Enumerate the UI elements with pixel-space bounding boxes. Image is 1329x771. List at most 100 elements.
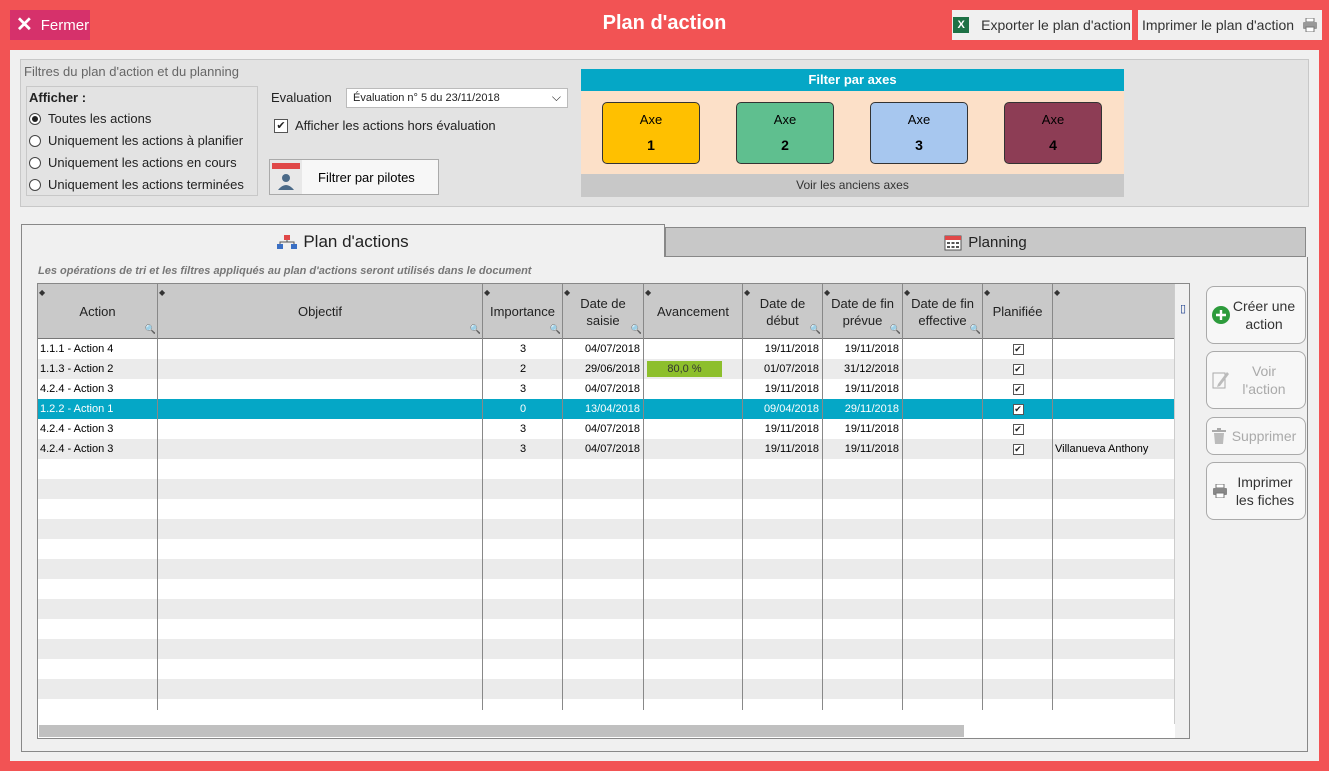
radio-icon — [29, 156, 41, 169]
cell-avancement: 80,0 % — [644, 359, 743, 379]
hors-evaluation-checkbox[interactable]: ✔ Afficher les actions hors évaluation — [274, 118, 496, 133]
col-date-fin-prevue[interactable]: ◆ Date de fin prévue 🔍 — [823, 284, 903, 339]
radio-terminees[interactable]: Uniquement les actions terminées — [29, 177, 244, 192]
col-date-fin-effective[interactable]: ◆ Date de fin effective 🔍 — [903, 284, 983, 339]
table-row[interactable]: 1.2.2 - Action 1 0 13/04/2018 09/04/2018 29/… — [38, 399, 1175, 419]
cell-action: 4.2.4 - Action 3 — [40, 383, 114, 395]
chevron-down-icon: ⌵ — [551, 90, 561, 104]
axe-2-button[interactable]: Axe 2 — [736, 102, 834, 164]
horizontal-scrollbar[interactable] — [38, 724, 1175, 738]
cell-date-fin-prevue: 29/11/2018 — [844, 403, 899, 415]
cell-date-debut: 19/11/2018 — [764, 443, 819, 455]
cell-date-saisie: 04/07/2018 — [584, 443, 640, 455]
planifiee-checkbox[interactable]: ✔ — [1012, 403, 1024, 415]
col-action[interactable]: ◆ Action 🔍 — [38, 284, 158, 339]
actions-table: ◆ Action 🔍 ◆ Objectif 🔍 ◆ Importance 🔍 ◆ Date d… — [37, 283, 1190, 739]
cell-planifiee: ✔ — [983, 399, 1053, 419]
table-row-empty — [38, 499, 1175, 519]
plus-circle-icon — [1212, 306, 1230, 324]
axes-header: Filter par axes — [581, 69, 1124, 91]
table-row[interactable]: 4.2.4 - Action 3 3 04/07/2018 19/11/2018 19/… — [38, 379, 1175, 399]
printer-icon — [1213, 484, 1227, 498]
planifiee-checkbox[interactable]: ✔ — [1012, 443, 1024, 455]
search-icon: 🔍 — [549, 324, 561, 334]
col-divider — [643, 339, 644, 710]
table-row[interactable]: 1.1.1 - Action 4 3 04/07/2018 19/11/2018 19/… — [38, 339, 1175, 359]
calendar-user-icon — [270, 160, 302, 194]
vertical-scrollbar[interactable]: ▯ — [1174, 284, 1189, 738]
tab-planning[interactable]: Planning — [665, 227, 1306, 257]
col-divider — [1052, 339, 1053, 710]
table-row[interactable]: 4.2.4 - Action 3 3 04/07/2018 19/11/2018 19/… — [38, 439, 1175, 459]
table-row[interactable]: 1.1.3 - Action 2 2 29/06/2018 01/07/2018 31/… — [38, 359, 1175, 379]
print-plan-button[interactable]: Imprimer le plan d'action — [1138, 10, 1322, 40]
cell-avancement — [644, 399, 743, 419]
scrollbar-thumb[interactable] — [39, 725, 964, 737]
progress-bar: 80,0 % — [647, 361, 722, 377]
cell-date-saisie: 13/04/2018 — [584, 403, 640, 415]
create-action-button[interactable]: Créer une action — [1206, 286, 1306, 344]
cell-objectif — [158, 339, 483, 359]
evaluation-label: Evaluation — [271, 90, 332, 105]
filter-pilotes-button[interactable]: Filtrer par pilotes — [269, 159, 439, 195]
sort-icon: ◆ — [564, 288, 571, 297]
print-sheets-button[interactable]: Imprimer les fiches — [1206, 462, 1306, 520]
col-label: Date de fin effective — [911, 295, 974, 328]
axe-label: Axe — [1041, 112, 1065, 127]
col-planifiee[interactable]: ◆ Planifiée — [983, 284, 1053, 339]
col-divider — [982, 339, 983, 710]
sort-icon: ◆ — [484, 288, 491, 297]
table-row-empty — [38, 679, 1175, 699]
cell-date-fin-effective — [903, 339, 983, 359]
evaluation-select[interactable]: Évaluation n° 5 du 23/11/2018 ⌵ — [346, 88, 568, 108]
hierarchy-icon — [277, 234, 298, 249]
cell-date-fin-prevue: 19/11/2018 — [844, 443, 899, 455]
cell-objectif — [158, 419, 483, 439]
cell-action: 1.1.1 - Action 4 — [40, 343, 114, 355]
cell-date-fin-prevue: 19/11/2018 — [844, 343, 899, 355]
sort-icon: ◆ — [904, 288, 911, 297]
sort-icon: ◆ — [744, 288, 751, 297]
column-settings-icon[interactable]: ▯ — [1180, 302, 1186, 315]
sort-icon: ◆ — [1054, 288, 1061, 297]
col-objectif[interactable]: ◆ Objectif 🔍 — [158, 284, 483, 339]
search-icon: 🔍 — [144, 324, 156, 334]
table-row[interactable]: 4.2.4 - Action 3 3 04/07/2018 19/11/2018 19/… — [38, 419, 1175, 439]
trash-icon — [1212, 428, 1226, 444]
export-button[interactable]: X Exporter le plan d'action — [952, 10, 1132, 40]
axe-number: 2 — [781, 137, 789, 153]
col-importance[interactable]: ◆ Importance 🔍 — [483, 284, 563, 339]
view-action-button[interactable]: Voir l'action — [1206, 351, 1306, 409]
planifiee-checkbox[interactable]: ✔ — [1012, 383, 1024, 395]
radio-en-cours[interactable]: Uniquement les actions en cours — [29, 155, 237, 170]
cell-importance: 0 — [519, 403, 527, 415]
radio-a-planifier[interactable]: Uniquement les actions à planifier — [29, 133, 243, 148]
table-row-empty — [38, 539, 1175, 559]
cell-action: 4.2.4 - Action 3 — [40, 423, 114, 435]
col-pilote[interactable]: ◆ — [1053, 284, 1175, 339]
afficher-group: Afficher : Toutes les actions Uniquement… — [26, 86, 258, 196]
tab-planning-label: Planning — [968, 233, 1027, 251]
cell-planifiee: ✔ — [983, 419, 1053, 439]
close-button[interactable]: ✕ Fermer — [10, 10, 90, 40]
cell-date-fin-prevue: 19/11/2018 — [844, 383, 899, 395]
delete-button[interactable]: Supprimer — [1206, 417, 1306, 455]
planifiee-checkbox[interactable]: ✔ — [1012, 343, 1024, 355]
axe-3-button[interactable]: Axe 3 — [870, 102, 968, 164]
old-axes-link[interactable]: Voir les anciens axes — [581, 174, 1124, 197]
table-row-empty — [38, 699, 1175, 719]
export-label: Exporter le plan d'action — [981, 17, 1131, 33]
radio-toutes[interactable]: Toutes les actions — [29, 111, 151, 126]
tab-plan-actions[interactable]: Plan d'actions — [21, 224, 665, 258]
col-date-debut[interactable]: ◆ Date de début 🔍 — [743, 284, 823, 339]
planifiee-checkbox[interactable]: ✔ — [1012, 423, 1024, 435]
axe-4-button[interactable]: Axe 4 — [1004, 102, 1102, 164]
cell-avancement — [644, 439, 743, 459]
col-date-saisie[interactable]: ◆ Date de saisie 🔍 — [563, 284, 644, 339]
cell-action: 1.1.3 - Action 2 — [40, 363, 114, 375]
cell-avancement — [644, 379, 743, 399]
axe-1-button[interactable]: Axe 1 — [602, 102, 700, 164]
planifiee-checkbox[interactable]: ✔ — [1012, 363, 1024, 375]
col-avancement[interactable]: ◆ Avancement — [644, 284, 743, 339]
cell-pilote — [1053, 359, 1175, 379]
